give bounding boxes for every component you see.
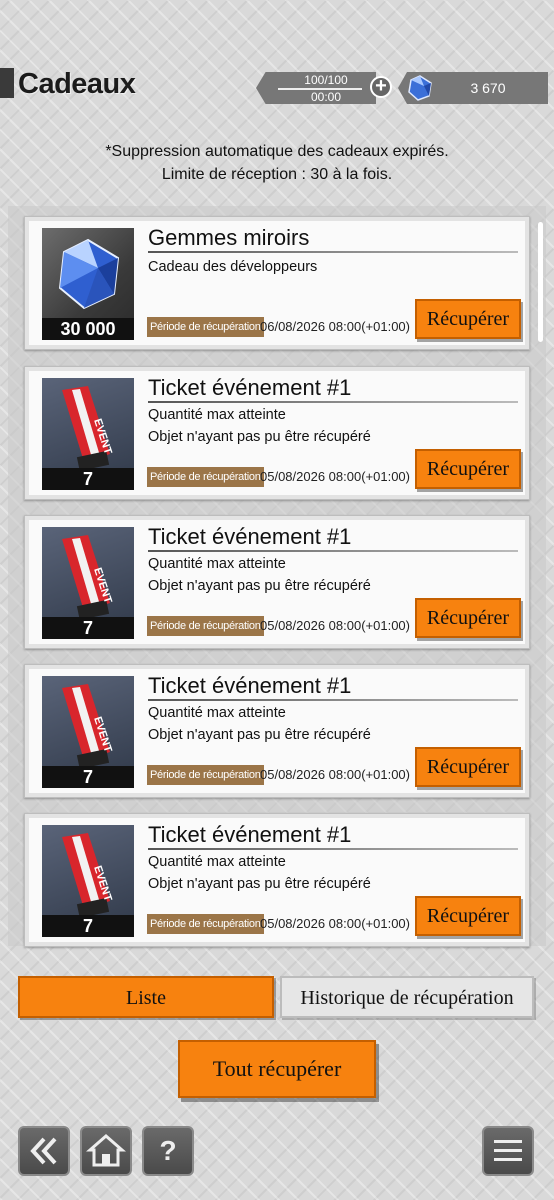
claim-button[interactable]: Récupérer	[415, 896, 521, 936]
event-ticket-icon: EVENT	[62, 535, 114, 619]
page-title: Cadeaux	[18, 68, 136, 100]
menu-button[interactable]	[482, 1126, 534, 1176]
gift-thumbnail: EVENT 7	[42, 527, 134, 639]
gift-thumbnail: EVENT 7	[42, 378, 134, 490]
gift-card: 30 000 Gemmes miroirs Cadeau des dévelop…	[24, 216, 530, 350]
period-date: 05/08/2026 08:00(+01:00)	[260, 916, 410, 931]
notice-text: *Suppression automatique des cadeaux exp…	[0, 140, 554, 186]
period-label: Période de récupération	[147, 765, 264, 785]
period-date: 05/08/2026 08:00(+01:00)	[260, 618, 410, 633]
gift-description: Quantité max atteinte	[148, 556, 286, 572]
gem-icon	[58, 238, 120, 310]
period-label: Période de récupération	[147, 914, 264, 934]
back-button[interactable]	[18, 1126, 70, 1176]
gift-name: Ticket événement #1	[148, 524, 352, 549]
gem-icon	[408, 75, 432, 101]
divider	[148, 848, 518, 850]
period-label: Période de récupération	[147, 467, 264, 487]
period-date: 05/08/2026 08:00(+01:00)	[260, 469, 410, 484]
gift-thumbnail: 30 000	[42, 228, 134, 340]
gift-thumbnail: EVENT 7	[42, 825, 134, 937]
title-accent	[0, 68, 14, 98]
divider	[148, 401, 518, 403]
gift-description-2: Objet n'ayant pas pu être récupéré	[148, 429, 371, 445]
help-icon: ?	[159, 1135, 177, 1166]
period-date: 05/08/2026 08:00(+01:00)	[260, 767, 410, 782]
gift-description: Cadeau des développeurs	[148, 259, 318, 275]
divider	[148, 550, 518, 552]
gift-description-2: Objet n'ayant pas pu être récupéré	[148, 727, 371, 743]
menu-icon	[494, 1140, 522, 1161]
home-button[interactable]	[80, 1126, 132, 1176]
gift-description: Quantité max atteinte	[148, 407, 286, 423]
gem-count: 3 670	[470, 80, 506, 96]
double-chevron-left-icon	[30, 1137, 57, 1165]
tab-history[interactable]: Historique de récupération	[280, 976, 534, 1018]
gift-description-2: Objet n'ayant pas pu être récupéré	[148, 876, 371, 892]
claim-button[interactable]: Récupérer	[415, 598, 521, 638]
stamina-timer: 00:00	[310, 90, 342, 104]
divider	[148, 699, 518, 701]
gift-name: Gemmes miroirs	[148, 225, 310, 250]
add-stamina-button[interactable]: +	[370, 76, 392, 98]
claim-button[interactable]: Récupérer	[415, 299, 521, 339]
gift-description: Quantité max atteinte	[148, 854, 286, 870]
gift-quantity: 7	[42, 468, 134, 490]
claim-button[interactable]: Récupérer	[415, 747, 521, 787]
period-date: 06/08/2026 08:00(+01:00)	[260, 319, 410, 334]
period-label: Période de récupération	[147, 317, 264, 337]
gift-name: Ticket événement #1	[148, 822, 352, 847]
gift-thumbnail: EVENT 7	[42, 676, 134, 788]
home-icon	[86, 1134, 126, 1167]
gift-quantity: 7	[42, 915, 134, 937]
gift-description: Quantité max atteinte	[148, 705, 286, 721]
event-ticket-icon: EVENT	[62, 386, 114, 470]
stamina-value: 100/100	[304, 73, 348, 87]
gift-name: Ticket événement #1	[148, 673, 352, 698]
notice-line-2: Limite de réception : 30 à la fois.	[161, 166, 393, 183]
tab-list[interactable]: Liste	[18, 976, 274, 1018]
gift-quantity: 7	[42, 617, 134, 639]
gift-card: EVENT 7 Ticket événement #1 Quantité max…	[24, 515, 530, 649]
help-button[interactable]: ?	[142, 1126, 194, 1176]
notice-line-1: *Suppression automatique des cadeaux exp…	[105, 143, 449, 160]
gift-card: EVENT 7 Ticket événement #1 Quantité max…	[24, 366, 530, 500]
gift-card: EVENT 7 Ticket événement #1 Quantité max…	[24, 664, 530, 798]
gift-quantity: 7	[42, 766, 134, 788]
gift-quantity: 30 000	[42, 318, 134, 340]
period-label: Période de récupération	[147, 616, 264, 636]
event-ticket-icon: EVENT	[62, 684, 114, 768]
claim-button[interactable]: Récupérer	[415, 449, 521, 489]
list-scrollbar[interactable]	[538, 222, 543, 342]
gift-card: EVENT 7 Ticket événement #1 Quantité max…	[24, 813, 530, 947]
divider	[148, 251, 518, 253]
event-ticket-icon: EVENT	[62, 833, 114, 917]
gift-name: Ticket événement #1	[148, 375, 352, 400]
gift-description-2: Objet n'ayant pas pu être récupéré	[148, 578, 371, 594]
stamina-gauge: 100/100 00:00	[256, 72, 376, 104]
claim-all-button[interactable]: Tout récupérer	[178, 1040, 376, 1098]
